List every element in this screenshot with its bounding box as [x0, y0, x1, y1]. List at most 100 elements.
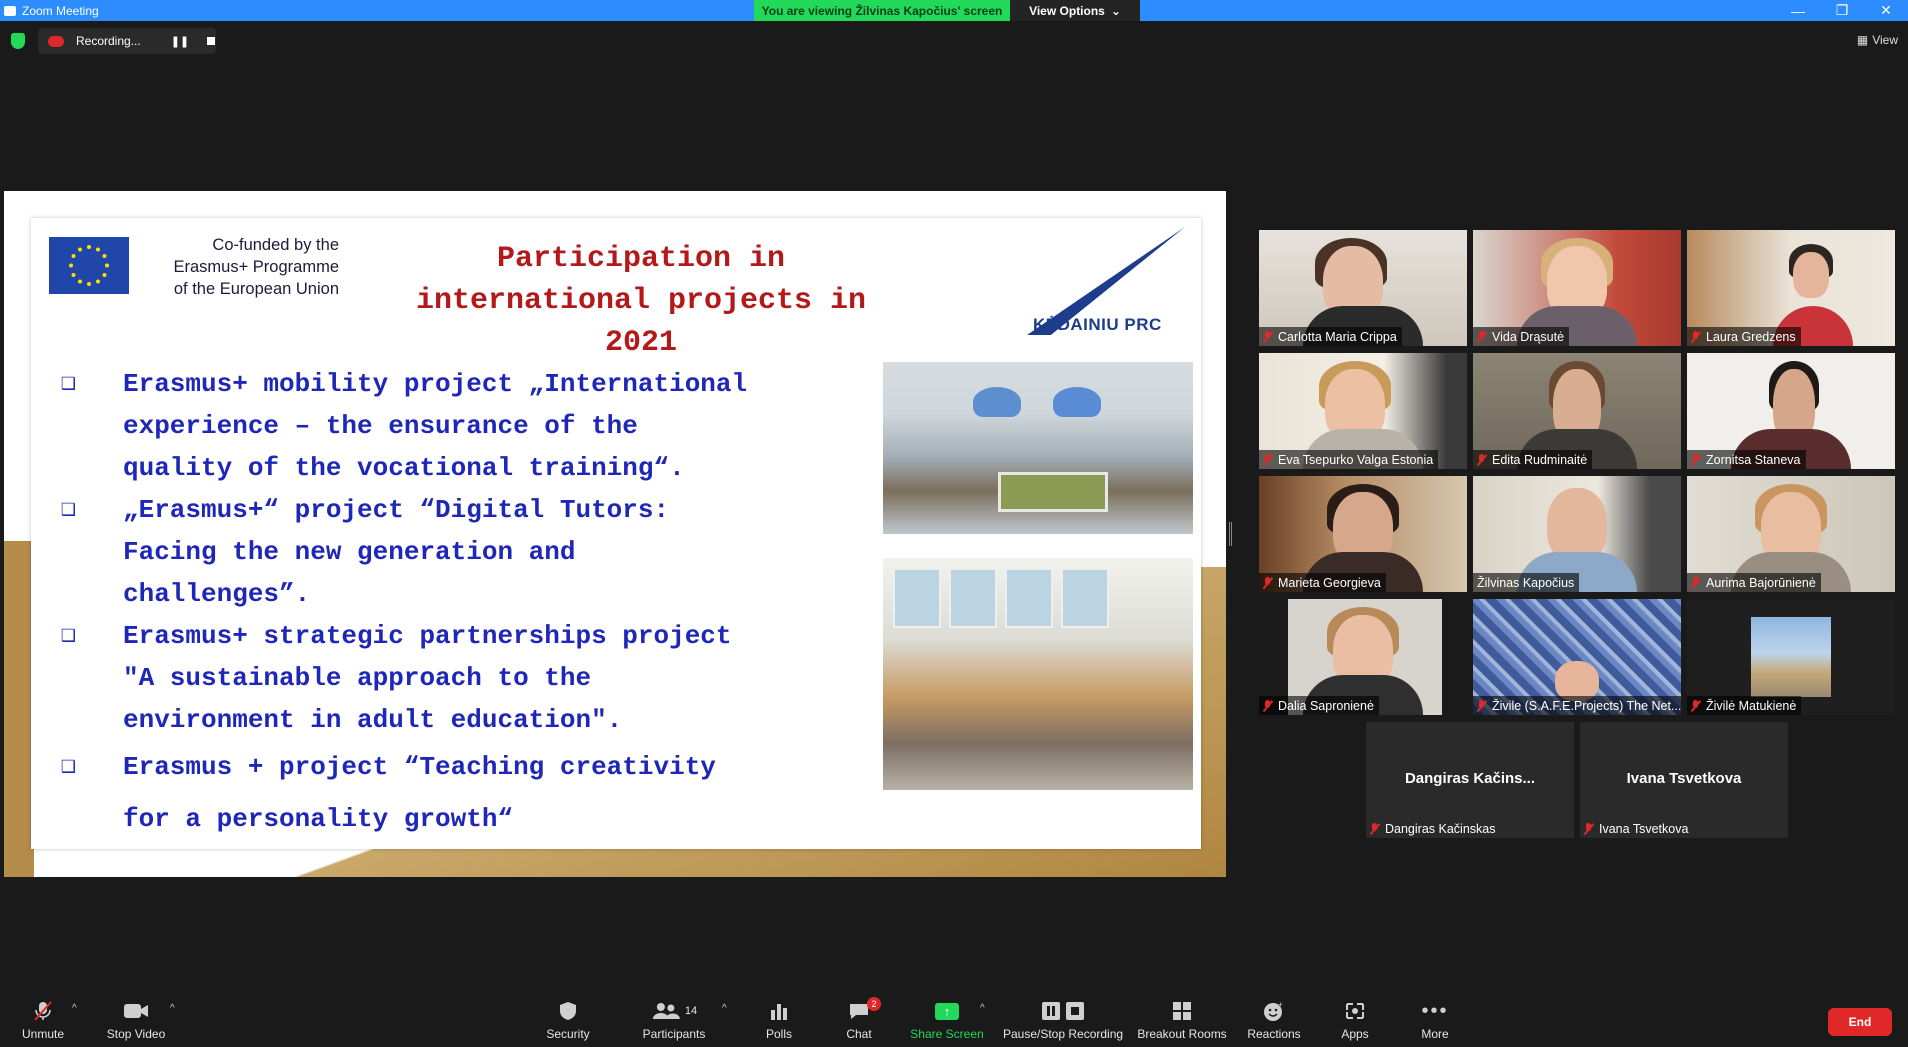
stop-icon[interactable] — [207, 37, 216, 45]
participants-button[interactable]: 14 Participants — [626, 997, 722, 1043]
video-tile[interactable]: Vida Drąsutė — [1473, 230, 1681, 346]
encryption-shield-icon[interactable] — [11, 33, 25, 49]
participant-name: Edita Rudminaitė — [1492, 452, 1588, 467]
more-dots-icon: ••• — [1421, 999, 1449, 1022]
smiley-face-icon: + — [1263, 1000, 1285, 1021]
video-tile[interactable]: Dalia Sapronienė — [1259, 599, 1467, 715]
participant-name-label: Carlotta Maria Crippa — [1259, 327, 1402, 346]
participants-icon: 14 — [651, 1001, 697, 1021]
participant-name-label: Vida Drąsutė — [1473, 327, 1570, 346]
slide-title-line-2: international projects in — [415, 284, 867, 318]
bullet-line: environment in adult education". — [123, 705, 623, 735]
restore-icon[interactable]: ❐ — [1820, 0, 1864, 21]
cloud-record-icon — [48, 35, 64, 47]
view-options-label: View Options — [1029, 3, 1105, 18]
muted-mic-icon — [1691, 576, 1700, 589]
bullet-line: Facing the new generation and — [123, 537, 576, 567]
participant-name: Žilvinas Kapočius — [1477, 575, 1575, 590]
bullet-line: Erasmus+ strategic partnerships project — [123, 621, 732, 651]
prc-logo-text: KĖDAINIU PRC — [1033, 315, 1162, 334]
participant-name: Marieta Georgieva — [1278, 575, 1381, 590]
end-meeting-button[interactable]: End — [1828, 1008, 1892, 1036]
video-tile[interactable]: Živile (S.A.F.E.Projects) The Net... — [1473, 599, 1681, 715]
video-tile[interactable]: Edita Rudminaitė — [1473, 353, 1681, 469]
muted-mic-icon — [1477, 453, 1486, 466]
video-tile[interactable]: Marieta Georgieva — [1259, 476, 1467, 592]
reactions-label: Reactions — [1247, 1027, 1301, 1041]
participant-name: Eva Tsepurko Valga Estonia — [1278, 452, 1434, 467]
slide-title-line-3: 2021 — [604, 326, 677, 360]
video-tile[interactable]: Carlotta Maria Crippa — [1259, 230, 1467, 346]
participant-name-label: Eva Tsepurko Valga Estonia — [1259, 450, 1439, 469]
security-button[interactable]: Security — [520, 997, 616, 1043]
participants-caret-icon[interactable]: ^ — [722, 1003, 727, 1014]
pause-stop-recording-button[interactable]: Pause/Stop Recording — [1003, 997, 1123, 1043]
participants-label: Participants — [642, 1027, 706, 1041]
participant-name-label: Edita Rudminaitė — [1473, 450, 1593, 469]
participant-name: Carlotta Maria Crippa — [1278, 329, 1397, 344]
checkbox-bullet-icon: ❑ — [61, 622, 76, 649]
window-controls: — ❐ ✕ — [1776, 0, 1908, 21]
zoom-app-icon — [4, 5, 16, 16]
share-options-caret-icon[interactable]: ^ — [980, 1003, 985, 1014]
minimize-icon[interactable]: — — [1776, 0, 1820, 21]
participant-name-label: Zornitsa Staneva — [1687, 450, 1806, 469]
participant-name: Živilė Matukienė — [1706, 698, 1797, 713]
unmute-button[interactable]: Unmute — [0, 997, 91, 1043]
bullet-item: ❑ Erasmus+ mobility project „Internation… — [61, 363, 901, 489]
unmute-label: Unmute — [21, 1027, 65, 1041]
recording-status: Recording... — [76, 34, 141, 48]
bullet-item: ❑ „Erasmus+“ project “Digital Tutors: Fa… — [61, 489, 901, 615]
participant-face — [1547, 488, 1607, 562]
bullet-line: Erasmus + project “Teaching creativity — [123, 752, 716, 782]
chat-button[interactable]: 2 Chat — [811, 997, 907, 1043]
close-icon[interactable]: ✕ — [1864, 0, 1908, 21]
chevron-down-icon: ⌄ — [1110, 3, 1121, 18]
shield-icon — [558, 1001, 578, 1021]
bullet-line: „Erasmus+“ project “Digital Tutors: — [123, 495, 670, 525]
more-button[interactable]: ••• More — [1387, 997, 1483, 1043]
video-tile[interactable]: Ivana Tsvetkova Ivana Tsvetkova — [1580, 722, 1788, 838]
muted-mic-icon — [1477, 699, 1486, 712]
recording-indicator: Recording... ❚❚ — [38, 28, 216, 54]
pause-icon[interactable]: ❚❚ — [171, 35, 189, 48]
audio-options-caret-icon[interactable]: ^ — [72, 1003, 77, 1014]
video-tile[interactable]: Zornitsa Staneva — [1687, 353, 1895, 469]
classroom-window — [1061, 568, 1109, 628]
video-tile[interactable]: Eva Tsepurko Valga Estonia — [1259, 353, 1467, 469]
classroom-photo — [883, 558, 1193, 790]
classroom-window — [893, 568, 941, 628]
meeting-toolbar: Unmute ^ Stop Video ^ Security 14 Partic… — [0, 987, 1908, 1047]
food-tray — [998, 472, 1108, 512]
video-tile[interactable]: Aurima Bajorūnienė — [1687, 476, 1895, 592]
checkbox-bullet-icon: ❑ — [61, 753, 76, 780]
muted-mic-icon — [1691, 453, 1700, 466]
classroom-window — [1005, 568, 1053, 628]
video-options-caret-icon[interactable]: ^ — [170, 1003, 175, 1014]
bar-chart-icon — [769, 1001, 789, 1021]
eu-line-1: Co-funded by the — [212, 236, 339, 254]
checkbox-bullet-icon: ❑ — [61, 496, 76, 523]
video-tile[interactable]: Dangiras Kačins... Dangiras Kačinskas — [1366, 722, 1574, 838]
participant-name-label: Marieta Georgieva — [1259, 573, 1386, 592]
participant-name-label: Dalia Sapronienė — [1259, 696, 1379, 715]
eu-line-3: of the European Union — [173, 280, 339, 298]
eu-flag-icon — [49, 237, 129, 294]
video-tile[interactable]: Živilė Matukienė — [1687, 599, 1895, 715]
presentation-slide: Co-funded by the Erasmus+ Programme of t… — [31, 218, 1201, 849]
checkbox-bullet-icon: ❑ — [61, 370, 76, 397]
slide-background-stripe — [4, 541, 34, 877]
bullet-line: quality of the vocational training“. — [123, 453, 685, 483]
video-tile[interactable]: Laura Gredzens — [1687, 230, 1895, 346]
apps-label: Apps — [1341, 1027, 1369, 1041]
resize-handle[interactable] — [1229, 522, 1232, 546]
participant-name-label: Živilė Matukienė — [1687, 696, 1802, 715]
breakout-rooms-button[interactable]: Breakout Rooms — [1134, 997, 1230, 1043]
muted-microphone-icon — [32, 1001, 54, 1021]
pause-stop-recording-label: Pause/Stop Recording — [1002, 1027, 1124, 1041]
view-options-button[interactable]: View Options ⌄ — [1010, 0, 1140, 21]
view-toggle[interactable]: ▦ View — [1857, 33, 1898, 47]
participant-name-label: Laura Gredzens — [1687, 327, 1801, 346]
video-tile-active-speaker[interactable]: Žilvinas Kapočius — [1473, 476, 1681, 592]
participant-face — [1793, 252, 1829, 298]
